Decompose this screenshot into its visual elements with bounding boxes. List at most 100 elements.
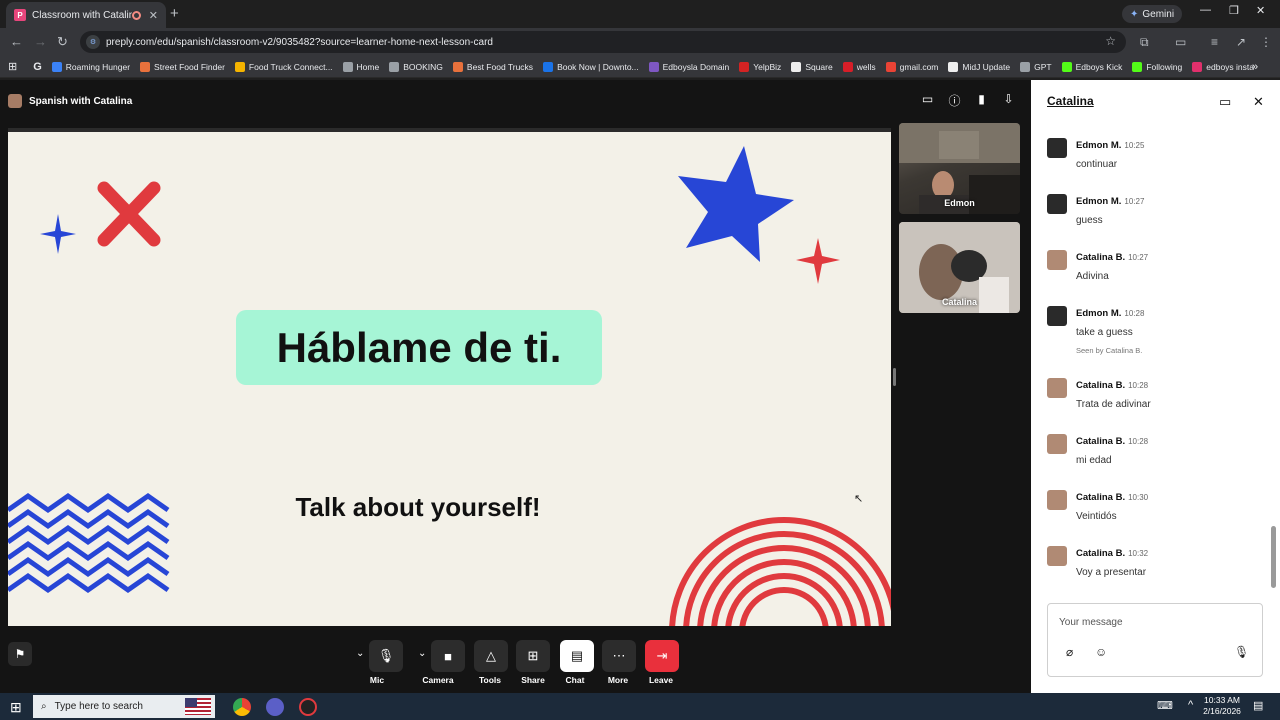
omnibox[interactable]: ⚙ preply.com/edu/spanish/classroom-v2/90…	[80, 31, 1126, 53]
student-video-tile[interactable]: Edmon	[899, 123, 1020, 214]
bookmark-item[interactable]: Square	[791, 61, 833, 72]
tray-chevron-up-icon[interactable]: ^	[1188, 699, 1193, 711]
forward-button[interactable]: →	[34, 34, 47, 49]
url-text[interactable]: preply.com/edu/spanish/classroom-v2/9035…	[106, 37, 493, 48]
camera-options-chevron-icon[interactable]: ⌄	[418, 648, 426, 659]
bookmark-item[interactable]: MidJ Update	[948, 61, 1010, 72]
restore-window-button[interactable]: ❐	[1229, 4, 1239, 17]
browser-tab[interactable]: P Classroom with Catalina ✕	[6, 2, 166, 28]
chat-sender: Catalina B. 10:28	[1076, 380, 1148, 391]
tab-title: Classroom with Catalina	[32, 9, 132, 21]
bookmark-item[interactable]: Edboys Kick	[1061, 61, 1123, 72]
share-button[interactable]: ⊞	[516, 640, 550, 672]
mic-label: Mic	[369, 675, 385, 685]
google-icon[interactable]: G	[33, 61, 42, 73]
bookmark-item[interactable]: Roaming Hunger	[51, 61, 131, 72]
message-composer[interactable]: Your message ⌀ ☺ 🎙	[1047, 603, 1263, 677]
leave-label: Leave	[648, 675, 674, 685]
bookmark-item[interactable]: gmail.com	[885, 61, 938, 72]
bookmark-star-icon[interactable]: ☆	[1105, 34, 1116, 48]
gemini-sparkle-icon: ✦	[1130, 8, 1139, 20]
more-bookmarks-icon[interactable]: »	[1252, 61, 1258, 73]
browser-menu-icon[interactable]: ⋮	[1260, 35, 1272, 49]
bookmark-item[interactable]: Best Food Trucks	[452, 61, 533, 72]
notifications-icon[interactable]: ▤	[1253, 699, 1263, 712]
bookmark-item[interactable]: GPT	[1020, 61, 1052, 72]
folder-icon[interactable]: ▭	[1219, 94, 1231, 110]
back-button[interactable]: ←	[10, 34, 23, 49]
sender-name: Edmon M.	[1076, 140, 1122, 151]
bookmark-item[interactable]: Edboysla Domain	[648, 61, 729, 72]
voice-mic-icon[interactable]: 🎙	[1234, 645, 1249, 659]
bookmark-label: Roaming Hunger	[65, 61, 131, 72]
message-text: continuar	[1076, 159, 1118, 170]
chat-scroll-thumb[interactable]	[1271, 526, 1276, 588]
top-toolbar: ▭ ⓘ ▮ ⇩	[914, 92, 1022, 109]
extensions-icon[interactable]: ⧉	[1140, 35, 1149, 50]
media-controls-icon[interactable]: ≡	[1211, 35, 1218, 49]
app-taskbar-icon[interactable]	[299, 698, 317, 716]
sender-name: Edmon M.	[1076, 196, 1122, 207]
taskbar-search-placeholder[interactable]: Type here to search	[55, 701, 143, 712]
sender-name: Catalina B.	[1076, 252, 1126, 263]
bookmark-item[interactable]: Home	[342, 61, 379, 72]
message-time: 10:25	[1124, 141, 1145, 150]
taskbar-clock[interactable]: 10:33 AM 2/16/2026	[1197, 695, 1247, 717]
camera-button[interactable]: ■	[431, 640, 465, 672]
attach-paperclip-icon[interactable]: ⌀	[1066, 645, 1073, 659]
emoji-icon[interactable]: ☺	[1095, 645, 1107, 659]
chat-header-title[interactable]: Catalina	[1047, 94, 1094, 108]
report-flag-button[interactable]: ⚑	[8, 642, 32, 666]
bookmarks-bar: ⊞ G Roaming Hunger Street Food Finder Food…	[0, 56, 1280, 78]
new-tab-button[interactable]: +	[170, 5, 179, 22]
chat-scrollbar[interactable]	[1271, 126, 1276, 596]
bookmark-favicon-icon	[1192, 61, 1203, 72]
download-icon[interactable]: ⇩	[995, 92, 1022, 109]
windows-start-icon[interactable]: ⊞	[10, 699, 22, 716]
chrome-taskbar-icon[interactable]	[233, 698, 251, 716]
leave-button[interactable]: ⇥	[645, 640, 679, 672]
close-chat-icon[interactable]: ✕	[1253, 94, 1264, 110]
bookmark-item[interactable]: Book Now | Downto...	[543, 61, 639, 72]
tools-button[interactable]: △	[474, 640, 508, 672]
mic-button[interactable]: 🎙	[369, 640, 403, 672]
reload-button[interactable]: ↻	[57, 34, 68, 50]
bookmark-item[interactable]: Following	[1132, 61, 1183, 72]
close-tab-icon[interactable]: ✕	[149, 9, 158, 22]
extension-pin-icon[interactable]: ↗	[1236, 35, 1246, 49]
minimize-window-button[interactable]: —	[1200, 4, 1211, 16]
close-window-button[interactable]: ✕	[1256, 4, 1265, 17]
bookmark-label: Edboys Kick	[1075, 61, 1123, 72]
reading-mode-icon[interactable]: ▭	[1175, 35, 1186, 49]
bookmark-label: Square	[805, 61, 833, 72]
stats-icon[interactable]: ▮	[968, 92, 995, 109]
bookmark-item[interactable]: edboys insta	[1192, 61, 1254, 72]
bookmark-label: Street Food Finder	[154, 61, 225, 72]
taskbar-search[interactable]: ⌕ Type here to search	[33, 695, 215, 718]
sender-name: Edmon M.	[1076, 308, 1122, 319]
discord-taskbar-icon[interactable]	[266, 698, 284, 716]
bookmark-item[interactable]: YelpBiz	[739, 61, 781, 72]
bookmark-item[interactable]: Food Truck Connect...	[234, 61, 333, 72]
classroom-app: Spanish with Catalina ▭ ⓘ ▮ ⇩ Háblame de…	[0, 80, 1031, 693]
bookmark-item[interactable]: Street Food Finder	[140, 61, 225, 72]
site-info-icon[interactable]: ⚙	[86, 35, 100, 49]
info-icon[interactable]: ⓘ	[941, 92, 968, 109]
bookmark-item[interactable]: wells	[842, 61, 876, 72]
more-button[interactable]: ⋯	[602, 640, 636, 672]
layout-icon[interactable]: ▭	[914, 92, 941, 109]
chat-message: Catalina B. 10:32 Voy a presentar	[1047, 534, 1257, 590]
keyboard-icon[interactable]: ⌨	[1157, 699, 1173, 712]
tutor-video-tile[interactable]: Catalina	[899, 222, 1020, 313]
panel-resize-handle[interactable]	[893, 368, 896, 386]
lesson-slide[interactable]: Háblame de ti. Talk about yourself! ↖	[8, 128, 891, 626]
bookmark-item[interactable]: BOOKING	[389, 61, 443, 72]
gemini-button[interactable]: ✦ Gemini	[1122, 5, 1183, 23]
chat-button[interactable]: ▤	[560, 640, 594, 672]
mic-options-chevron-icon[interactable]: ⌄	[356, 648, 364, 659]
red-rainbow-arcs	[669, 517, 891, 626]
message-input[interactable]: Your message	[1059, 617, 1123, 628]
apps-grid-icon[interactable]: ⊞	[8, 60, 17, 73]
shapes-icon: △	[486, 648, 496, 663]
bookmark-label: Following	[1146, 61, 1183, 72]
